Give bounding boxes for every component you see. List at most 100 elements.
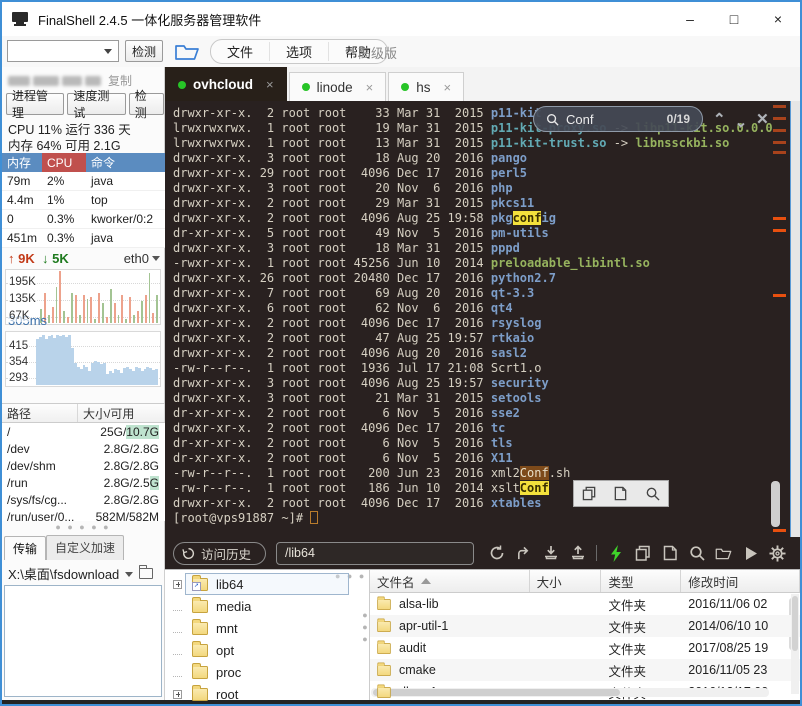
session-tab-linode[interactable]: linode × [289, 72, 387, 101]
net-bar [52, 307, 54, 323]
tab-custom-accel[interactable]: 自定义加速 [46, 535, 124, 560]
server-combobox[interactable] [7, 40, 119, 62]
terminal-line: drwxr-xr-x. 26 root root 20480 Dec 17 20… [173, 271, 773, 286]
close-button[interactable]: × [756, 4, 800, 34]
file-row-audit[interactable]: audit文件夹2017/08/25 19 [370, 637, 800, 659]
chevron-down-icon [125, 572, 133, 577]
disk-path: /dev [2, 440, 78, 457]
tree-item-lib64[interactable]: lib64 [165, 573, 361, 595]
lightning-icon[interactable] [607, 545, 624, 562]
disk-usage: 582M/582M [78, 508, 163, 521]
search-overlay[interactable]: Conf 0/19 [533, 106, 703, 132]
column-header[interactable]: 内存 [2, 153, 42, 172]
file-row-alsa-lib[interactable]: alsa-lib文件夹2016/11/06 02 [370, 593, 800, 615]
tab-label: linode [317, 80, 353, 95]
search-icon[interactable] [688, 545, 705, 562]
history-button[interactable]: 访问历史 [173, 542, 266, 565]
run-icon[interactable] [742, 545, 759, 562]
tree-item-proc[interactable]: proc [165, 661, 361, 683]
search-close-icon[interactable]: ✕ [756, 110, 769, 128]
open-folder-icon[interactable] [174, 41, 200, 61]
tree-item-root[interactable]: root [165, 683, 361, 701]
transfer-list-panel[interactable] [4, 585, 162, 697]
terminal-scrollbar-track[interactable] [790, 101, 800, 537]
detect-button-2[interactable]: 检测 [129, 93, 164, 115]
disk-usage: 2.8G/2.5G [78, 474, 163, 491]
tree-item-mnt[interactable]: mnt [165, 617, 361, 639]
folder-icon [377, 686, 391, 697]
search-query[interactable]: Conf [566, 112, 593, 127]
splitter-dots[interactable]: ● ● ● ● ● [55, 522, 110, 532]
process-row[interactable]: 451m0.3%java [2, 229, 165, 248]
disk-row: /dev2.8G/2.8G [2, 440, 165, 457]
tree-table-splitter[interactable]: ●●● [362, 610, 367, 646]
file-row-cmake[interactable]: cmake文件夹2016/11/05 23 [370, 659, 800, 681]
table-hscrollbar[interactable] [371, 688, 769, 697]
column-header-3[interactable]: 修改时间 [681, 570, 800, 592]
upload-icon[interactable] [569, 545, 586, 562]
parent-dir-icon[interactable] [515, 545, 532, 562]
connected-dot [401, 83, 409, 91]
disk-usage: 2.8G/2.8G [78, 491, 163, 508]
column-header-2[interactable]: 类型 [601, 570, 681, 592]
column-header-0[interactable]: 文件名 [370, 570, 530, 592]
refresh-icon[interactable] [488, 545, 505, 562]
file-row-apr-util-1[interactable]: apr-util-1文件夹2014/06/10 10 [370, 615, 800, 637]
menu-file[interactable]: 文件 [211, 42, 270, 61]
process-manager-button[interactable]: 进程管理 [6, 93, 64, 115]
net-bar [75, 295, 77, 323]
search-icon [546, 113, 559, 126]
speed-test-button[interactable]: 速度测试 [67, 93, 125, 115]
search-prev-icon[interactable]: ⌃ [713, 110, 726, 128]
download-path-row[interactable]: X:\桌面\fsdownload [8, 564, 160, 583]
tab-close-icon[interactable]: × [366, 80, 374, 95]
column-header[interactable]: 大小/可用 [78, 404, 165, 422]
disk-usage: 2.8G/2.8G [78, 440, 163, 457]
folder-icon [192, 644, 208, 657]
disk-path: /sys/fs/cg... [2, 491, 78, 508]
tab-close-icon[interactable]: × [266, 77, 274, 92]
table-vscrollbar[interactable] [791, 594, 799, 694]
tab-transfer[interactable]: 传输 [4, 536, 46, 560]
expand-icon[interactable] [173, 690, 182, 699]
session-tab-hs[interactable]: hs× [388, 72, 464, 101]
terminal[interactable]: drwxr-xr-x. 2 root root 33 Mar 31 2015 p… [165, 101, 800, 537]
terminal-line: drwxr-xr-x. 2 root root 4096 Aug 20 2016… [173, 346, 773, 361]
terminal-scrollbar-thumb[interactable] [771, 481, 780, 527]
paste-icon[interactable] [661, 545, 678, 562]
search-icon[interactable] [645, 486, 660, 501]
detect-button[interactable]: 检测 [125, 40, 163, 62]
column-header-1[interactable]: 大小 [530, 570, 602, 592]
process-row[interactable]: 79m2%java [2, 172, 165, 191]
session-tab-ovhcloud[interactable]: ovhcloud× [165, 67, 287, 101]
tab-close-icon[interactable]: × [443, 80, 451, 95]
interface-select[interactable]: eth0 [124, 251, 160, 266]
settings-gear-icon[interactable] [769, 545, 786, 562]
folder-icon[interactable] [139, 568, 153, 579]
session-tabbar: ovhcloud×linode×hs× [165, 67, 800, 101]
process-cell: java [86, 172, 165, 190]
path-input[interactable]: /lib64 [276, 542, 474, 565]
maximize-button[interactable]: □ [712, 4, 756, 34]
open-folder-icon[interactable] [715, 545, 732, 562]
expand-icon[interactable] [173, 580, 182, 589]
column-header[interactable]: 路径 [2, 404, 78, 422]
menu-options[interactable]: 选项 [270, 42, 329, 61]
copy-icon[interactable] [582, 486, 597, 501]
process-row[interactable]: 00.3%kworker/0:2 [2, 210, 165, 229]
process-row[interactable]: 4.4m1%top [2, 191, 165, 210]
disk-path: /run/user/0... [2, 508, 78, 521]
tree-item-opt[interactable]: opt [165, 639, 361, 661]
column-header[interactable]: 命令 [86, 153, 165, 172]
search-next-icon[interactable]: ⌄ [735, 113, 748, 131]
minimize-button[interactable]: – [668, 4, 712, 34]
paste-icon[interactable] [613, 486, 628, 501]
column-header[interactable]: CPU [42, 153, 86, 172]
net-bar [94, 319, 96, 323]
folder-icon [377, 620, 391, 631]
tree-item-media[interactable]: media [165, 595, 361, 617]
download-icon[interactable] [542, 545, 559, 562]
net-bar [156, 295, 158, 323]
copy-icon[interactable] [634, 545, 651, 562]
search-match-mark [773, 529, 786, 532]
